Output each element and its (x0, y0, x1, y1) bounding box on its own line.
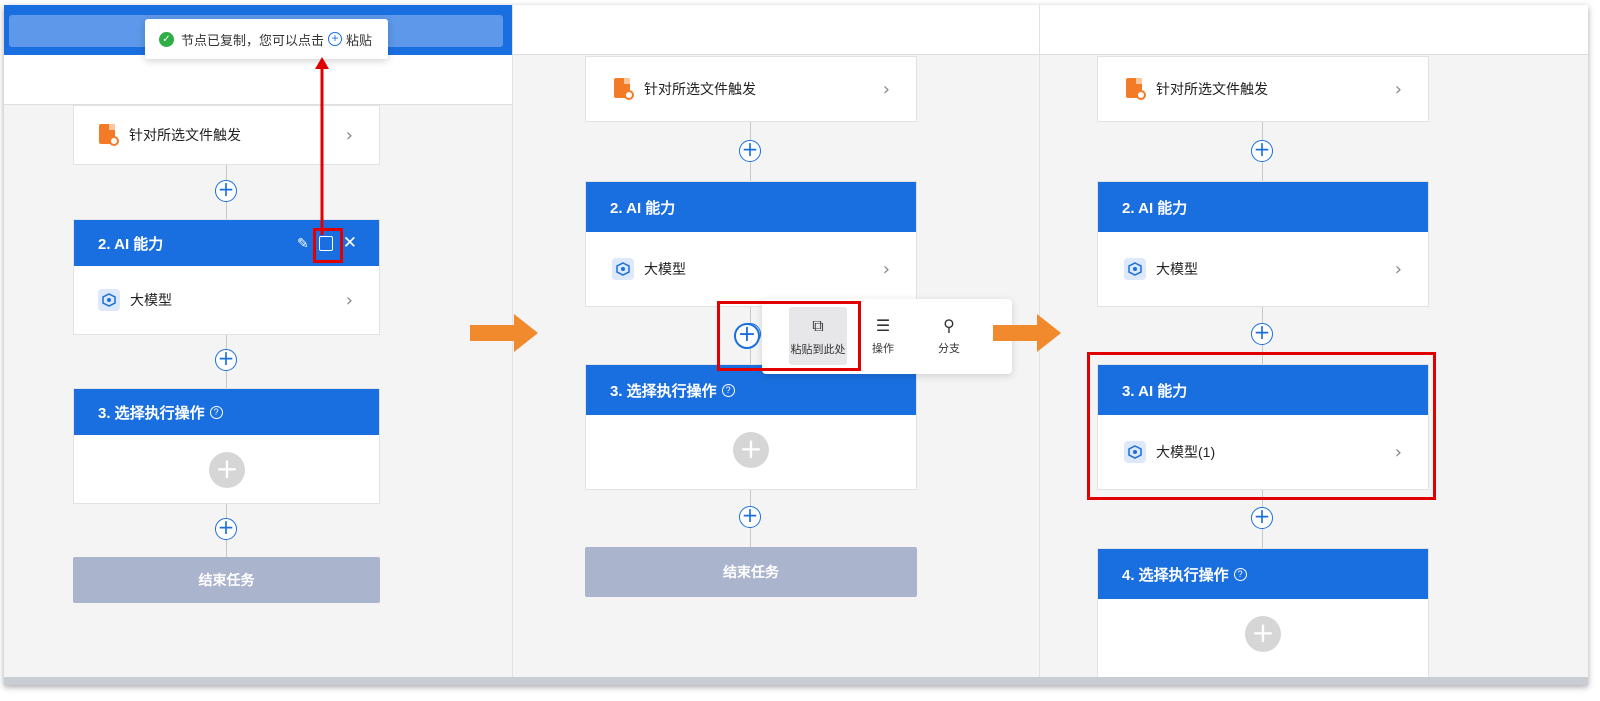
chevron-right-icon: › (882, 258, 890, 280)
add-action-button[interactable]: + (1245, 616, 1281, 652)
toast-text-before: 节点已复制，您可以点击 (181, 32, 325, 48)
action-option[interactable]: ☰ 操作 (854, 307, 912, 365)
add-node-button[interactable]: + (215, 348, 237, 371)
close-icon[interactable]: ✕ (343, 233, 357, 253)
toast-text-after: 粘贴 (346, 32, 373, 48)
step-arrow-icon (470, 314, 538, 352)
copy-highlight-box (313, 228, 343, 263)
panel-step-1: 针对所选文件触发 › + 2. AI 能力 ✎ ✕ 大模型 › + 3. 选择执… (4, 5, 512, 677)
annotation-arrow-up (315, 57, 329, 235)
node-title: 3. 选择执行操作 (610, 382, 717, 400)
paste-highlight-box (717, 301, 861, 371)
select-action-node[interactable]: 3. 选择执行操作 ? + (73, 388, 380, 504)
top-bar (513, 5, 1039, 55)
ai-capability-node[interactable]: 2. AI 能力 大模型 › (1097, 181, 1429, 307)
branch-icon: ⚲ (943, 316, 955, 335)
trigger-card[interactable]: 针对所选文件触发 › (1097, 56, 1429, 122)
top-bar (1040, 5, 1588, 55)
sliders-icon: ☰ (875, 316, 891, 335)
plus-circle-icon: + (328, 32, 343, 46)
trigger-label: 针对所选文件触发 (644, 81, 756, 97)
action-label: 操作 (872, 343, 894, 355)
copy-toast: ✓ 节点已复制，您可以点击 + 粘贴 (145, 19, 388, 59)
model-icon (98, 289, 120, 311)
model-label: 大模型 (644, 261, 686, 277)
edit-icon[interactable]: ✎ (297, 235, 309, 252)
add-node-button[interactable]: + (739, 505, 761, 528)
chevron-right-icon: › (882, 78, 890, 100)
node-title: 2. AI 能力 (610, 199, 676, 217)
file-trigger-icon (614, 78, 634, 100)
chevron-right-icon: › (1394, 78, 1402, 100)
select-action-node[interactable]: 4. 选择执行操作 ? + (1097, 548, 1429, 678)
add-action-button[interactable]: + (733, 432, 769, 468)
help-icon[interactable]: ? (1233, 567, 1247, 581)
chevron-right-icon: › (1394, 258, 1402, 280)
add-node-button[interactable]: + (215, 517, 237, 540)
step-arrow-icon (993, 314, 1061, 352)
select-action-node[interactable]: 3. 选择执行操作 ? + (585, 364, 917, 490)
add-node-button[interactable]: + (215, 179, 237, 202)
node-title: 2. AI 能力 (1122, 199, 1188, 217)
end-task-button[interactable]: 结束任务 (73, 557, 380, 603)
frame-bottom-bar (4, 677, 1588, 685)
branch-option[interactable]: ⚲ 分支 (920, 307, 978, 365)
file-trigger-icon (1126, 78, 1146, 100)
add-node-button[interactable]: + (1251, 139, 1273, 162)
add-action-button[interactable]: + (209, 452, 245, 488)
chevron-right-icon: › (345, 124, 353, 146)
trigger-label: 针对所选文件触发 (129, 127, 241, 143)
trigger-card[interactable]: 针对所选文件触发 › (73, 105, 380, 165)
check-circle-icon: ✓ (159, 31, 174, 47)
model-icon (612, 258, 634, 280)
trigger-label: 针对所选文件触发 (1156, 81, 1268, 97)
model-label: 大模型 (1156, 261, 1198, 277)
end-task-button[interactable]: 结束任务 (585, 547, 917, 597)
branch-label: 分支 (938, 343, 960, 355)
end-task-label: 结束任务 (198, 572, 255, 588)
ai-capability-node[interactable]: 2. AI 能力 大模型 › (585, 181, 917, 307)
add-node-button[interactable]: + (1251, 506, 1273, 529)
node-title: 3. 选择执行操作 (98, 404, 205, 422)
trigger-card[interactable]: 针对所选文件触发 › (585, 56, 917, 122)
add-node-button[interactable]: + (739, 139, 761, 162)
node-title: 4. 选择执行操作 (1122, 566, 1229, 584)
end-task-label: 结束任务 (723, 564, 779, 580)
panel-step-3: 针对所选文件触发 › + 2. AI 能力 大模型 › + 3. AI 能力 大… (1039, 5, 1588, 678)
sub-bar (4, 55, 512, 105)
pasted-node-highlight-box (1087, 352, 1436, 500)
help-icon[interactable]: ? (721, 383, 735, 397)
node-title: 2. AI 能力 (98, 235, 164, 253)
model-icon (1124, 258, 1146, 280)
model-label: 大模型 (130, 292, 172, 308)
chevron-right-icon: › (345, 289, 353, 311)
help-icon[interactable]: ? (209, 405, 223, 419)
file-trigger-icon (99, 124, 119, 146)
add-node-button[interactable]: + (1251, 322, 1273, 345)
